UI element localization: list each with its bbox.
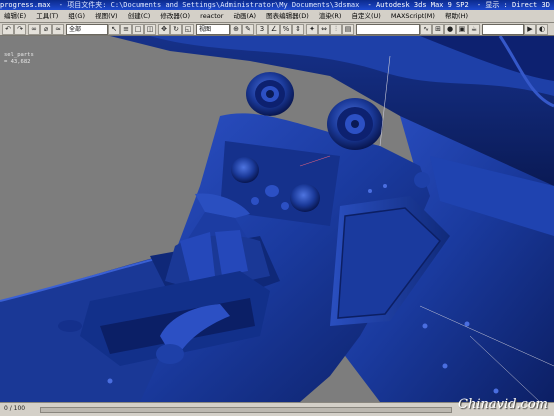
pivot-center-icon[interactable]: ⊕ [230,24,242,35]
undo-icon[interactable]: ↶ [2,24,14,35]
menu-animation[interactable]: 动画(A) [230,10,261,22]
title-bar: progress.max - 项目文件夹: C:\Documents and S… [0,0,554,10]
watermark-logo: Chinavid.com [458,397,548,412]
air-vent-left [246,72,294,116]
time-slider[interactable] [40,407,452,413]
select-and-move-icon[interactable]: ✥ [158,24,170,35]
material-editor-icon[interactable]: ● [444,24,456,35]
align-icon[interactable]: ⫶ [330,24,342,35]
select-object-icon[interactable]: ↖ [108,24,120,35]
stats-value: = 43,682 [4,59,31,65]
window-crossing-icon[interactable]: ◫ [144,24,156,35]
link-icon[interactable]: ∞ [28,24,40,35]
activeshade-icon[interactable]: ◐ [536,24,548,35]
menu-group[interactable]: 组(G) [64,10,89,22]
app-name: - Autodesk 3ds Max 9 SP2 [367,1,469,9]
angle-snap-icon[interactable]: ∠ [268,24,280,35]
select-and-manipulate-icon[interactable]: ✎ [242,24,254,35]
selection-filter-dropdown[interactable]: 全部 [66,24,108,35]
select-by-name-icon[interactable]: ≡ [120,24,132,35]
viewport-statistics: sel_parts = 43,682 [4,52,34,66]
menu-reactor[interactable]: reactor [196,10,227,22]
named-selection-set-field[interactable] [356,24,420,35]
spinner-snap-icon[interactable]: ⇕ [292,24,304,35]
main-toolbar: ↶ ↷ ∞ ⌀ ≈ 全部 ↖ ≡ □ ◫ ✥ ↻ ◱ 视图 ⊕ ✎ 3 ∠ % … [0,23,554,36]
snaps-toggle-icon[interactable]: 3 [256,24,268,35]
menu-help[interactable]: 帮助(H) [441,10,472,22]
render-scene-icon[interactable]: ▣ [456,24,468,35]
layer-manager-icon[interactable]: ▤ [342,24,354,35]
air-vent-right [327,98,383,150]
perspective-viewport[interactable] [0,36,554,402]
frame-counter: 0 / 100 [4,405,26,412]
reference-coord-dropdown[interactable]: 视图 [196,24,230,35]
menu-edit[interactable]: 编辑(E) [0,10,30,22]
menu-maxscript[interactable]: MAXScript(M) [387,10,439,22]
select-and-rotate-icon[interactable]: ↻ [170,24,182,35]
render-type-dropdown[interactable] [482,24,524,35]
file-name: progress.max [0,1,51,9]
stats-name: sel_parts [4,52,34,58]
quick-render-icon[interactable]: ☕ [468,24,480,35]
curve-editor-icon[interactable]: ∿ [420,24,432,35]
menu-tools[interactable]: 工具(T) [32,10,62,22]
menu-bar: 编辑(E) 工具(T) 组(G) 视图(V) 创建(C) 修改器(O) reac… [0,10,554,23]
car-interior-model [0,36,554,402]
percent-snap-icon[interactable]: % [280,24,292,35]
menu-graph-editors[interactable]: 图表编辑器(D) [262,10,313,22]
mirror-icon[interactable]: ⇔ [318,24,330,35]
named-selection-icon[interactable]: ✦ [306,24,318,35]
project-folder: - 项目文件夹: C:\Documents and Settings\Admin… [58,1,360,9]
render-last-icon[interactable]: ▶ [524,24,536,35]
rectangular-selection-icon[interactable]: □ [132,24,144,35]
menu-rendering[interactable]: 渲染(R) [315,10,346,22]
bind-space-warp-icon[interactable]: ≈ [52,24,64,35]
unlink-icon[interactable]: ⌀ [40,24,52,35]
menu-views[interactable]: 视图(V) [91,10,122,22]
schematic-view-icon[interactable]: ⊞ [432,24,444,35]
menu-modifiers[interactable]: 修改器(O) [156,10,194,22]
display-driver: - 显示 : Direct 3D [476,1,550,9]
redo-icon[interactable]: ↷ [14,24,26,35]
menu-create[interactable]: 创建(C) [124,10,155,22]
select-and-scale-icon[interactable]: ◱ [182,24,194,35]
menu-customize[interactable]: 自定义(U) [347,10,384,22]
